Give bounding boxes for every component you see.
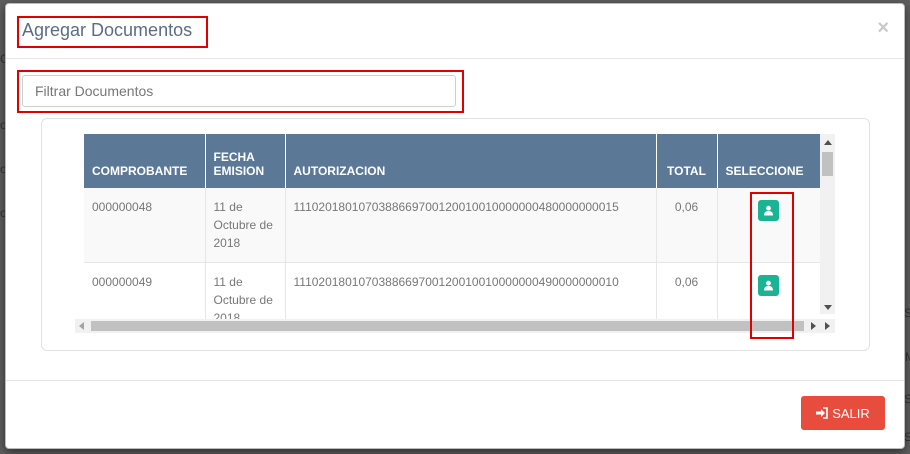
vertical-scrollbar[interactable] — [820, 134, 835, 314]
horizontal-scrollbar-end[interactable] — [820, 319, 835, 333]
header-seleccione[interactable]: SELECCIONE — [717, 134, 820, 188]
modal-footer-divider — [6, 380, 904, 381]
header-fecha-emision[interactable]: FECHA EMISION — [205, 134, 286, 188]
agregar-documentos-modal: Agregar Documentos × COMPROBANTE FECHA E… — [5, 3, 905, 449]
sign-in-icon — [816, 407, 829, 419]
table-header-row: COMPROBANTE FECHA EMISION AUTORIZACION T… — [84, 134, 820, 188]
header-autorizacion[interactable]: AUTORIZACION — [285, 134, 657, 188]
vertical-scroll-thumb[interactable] — [822, 152, 833, 176]
salir-button[interactable]: SALIR — [801, 396, 885, 430]
filter-highlight-box — [17, 70, 464, 113]
cell-autorizacion: 1110201801070388669700120010010000000490… — [285, 262, 657, 319]
scroll-left-arrow-icon[interactable] — [79, 322, 84, 330]
close-icon[interactable]: × — [877, 18, 889, 38]
title-highlight-box — [17, 16, 208, 48]
cell-total: 0,06 — [656, 188, 718, 263]
cell-fecha: 11 de Octubre de 2018 — [205, 188, 286, 263]
scroll-up-arrow-icon[interactable] — [824, 140, 832, 145]
scroll-right-arrow-icon[interactable] — [811, 322, 816, 330]
scroll-down-arrow-icon[interactable] — [824, 305, 832, 310]
header-comprobante[interactable]: COMPROBANTE — [84, 134, 206, 188]
cell-fecha: 11 de Octubre de 2018 — [205, 262, 286, 319]
select-column-highlight-box — [750, 192, 794, 339]
background-text: M — [905, 350, 910, 364]
salir-label: SALIR — [832, 405, 870, 421]
cell-comprobante: 000000049 — [84, 262, 206, 319]
horizontal-scroll-thumb[interactable] — [91, 321, 804, 331]
table-row: 000000048 11 de Octubre de 2018 11102018… — [84, 188, 820, 263]
horizontal-scrollbar[interactable] — [75, 319, 820, 333]
documents-table: COMPROBANTE FECHA EMISION AUTORIZACION T… — [84, 134, 820, 319]
table-row: 000000049 11 de Octubre de 2018 11102018… — [84, 262, 820, 319]
cell-total: 0,06 — [656, 262, 718, 319]
header-total[interactable]: TOTAL — [656, 134, 718, 188]
documents-table-viewport[interactable]: COMPROBANTE FECHA EMISION AUTORIZACION T… — [84, 134, 820, 319]
cell-comprobante: 000000048 — [84, 188, 206, 263]
cell-autorizacion: 1110201801070388669700120010010000000480… — [285, 188, 657, 263]
scroll-right-arrow-icon[interactable] — [825, 322, 830, 330]
